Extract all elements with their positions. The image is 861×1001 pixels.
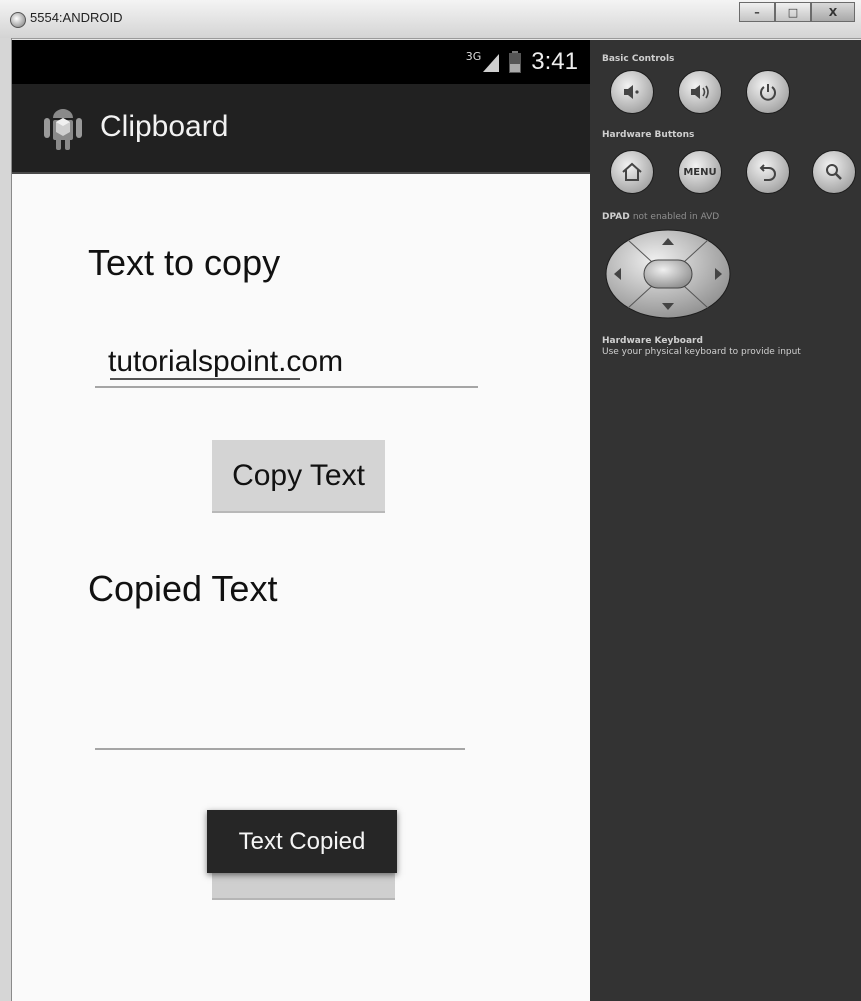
- close-button[interactable]: X: [811, 2, 855, 22]
- text-to-copy-input[interactable]: [95, 338, 478, 388]
- signal-icon: [481, 52, 500, 72]
- android-logo-icon: [40, 104, 86, 156]
- minimize-button[interactable]: –: [739, 2, 775, 22]
- window-border: [0, 38, 12, 1001]
- spellcheck-underline: [110, 378, 300, 380]
- volume-down-icon: [622, 84, 642, 100]
- hardware-buttons-title: Hardware Buttons: [602, 130, 695, 140]
- hardware-keyboard-title: Hardware Keyboard: [602, 336, 703, 346]
- dpad-title-text: DPAD: [602, 212, 630, 222]
- battery-icon: [509, 51, 522, 73]
- action-bar: Clipboard: [12, 84, 590, 174]
- back-icon: [758, 162, 778, 182]
- maximize-button[interactable]: □: [775, 2, 811, 22]
- volume-down-button[interactable]: [610, 70, 654, 114]
- window-title-bar: 5554:ANDROID – □ X: [0, 0, 861, 39]
- menu-button[interactable]: MENU: [678, 150, 722, 194]
- search-button[interactable]: [812, 150, 856, 194]
- search-icon: [825, 163, 843, 181]
- dpad-note: not enabled in AVD: [632, 212, 720, 222]
- network-type: 3G: [465, 49, 482, 63]
- toast-message: Text Copied: [207, 810, 397, 873]
- back-button[interactable]: [746, 150, 790, 194]
- status-icons: 3G 3:41: [466, 48, 578, 76]
- window-title: 5554:ANDROID: [30, 10, 123, 25]
- home-icon: [621, 162, 643, 182]
- hardware-keyboard-text: Use your physical keyboard to provide in…: [602, 347, 801, 357]
- text-to-copy-label: Text to copy: [88, 242, 281, 283]
- volume-up-icon: [689, 84, 711, 100]
- emulator-app-icon: [10, 12, 26, 28]
- window-controls: – □ X: [739, 2, 855, 22]
- app-title: Clipboard: [100, 110, 229, 143]
- copied-text-field[interactable]: [95, 700, 465, 750]
- power-button[interactable]: [746, 70, 790, 114]
- hardware-keyboard-note: Hardware Keyboard Use your physical keyb…: [602, 336, 801, 358]
- home-button[interactable]: [610, 150, 654, 194]
- copy-text-button[interactable]: Copy Text: [212, 440, 385, 513]
- device-screen: 3G 3:41 Clipboard Text to copy tutorials…: [12, 40, 590, 1001]
- copied-text-label: Copied Text: [88, 568, 278, 609]
- menu-label: MENU: [683, 166, 717, 178]
- volume-up-button[interactable]: [678, 70, 722, 114]
- status-bar: 3G 3:41: [12, 40, 590, 84]
- power-icon: [759, 83, 777, 101]
- emulator-controls-panel: Basic Controls Hardware Buttons MENU DPA…: [590, 40, 861, 1001]
- basic-controls-title: Basic Controls: [602, 54, 675, 64]
- status-clock: 3:41: [531, 48, 578, 75]
- dpad-control[interactable]: [604, 228, 732, 324]
- dpad-title: DPAD not enabled in AVD: [602, 212, 719, 222]
